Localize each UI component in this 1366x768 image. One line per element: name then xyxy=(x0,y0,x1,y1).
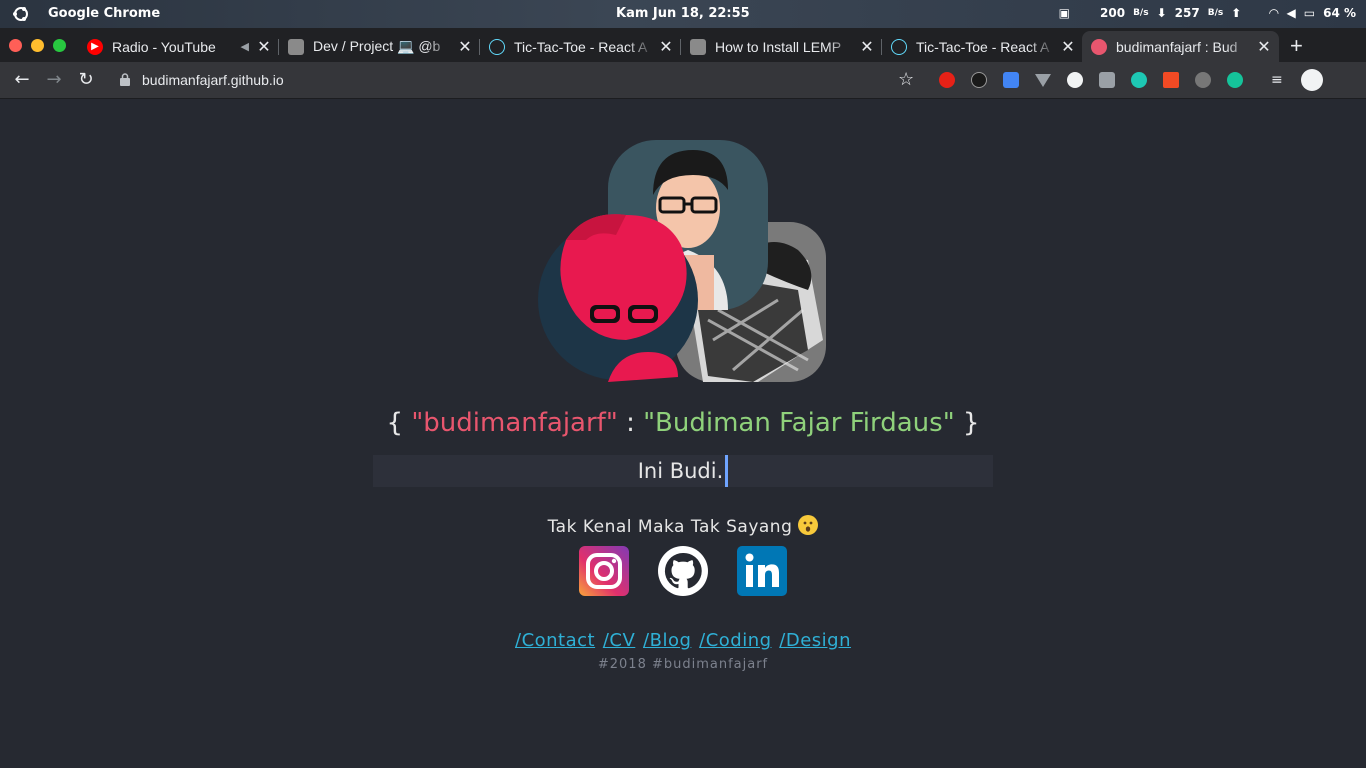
github-icon[interactable] xyxy=(657,545,709,597)
profile-icon xyxy=(288,38,304,55)
title-key: "budimanfajarf" xyxy=(411,408,618,438)
linkedin-icon[interactable] xyxy=(736,545,788,597)
footer-text: #2018 #budimanfajarf xyxy=(597,657,769,672)
vue-icon[interactable] xyxy=(1035,74,1051,87)
nav-links: /Contact /CV /Blog /Coding /Design xyxy=(0,630,1366,651)
new-tab-button[interactable]: + xyxy=(1290,33,1303,59)
translate-icon[interactable] xyxy=(1003,72,1019,88)
typed-text: Ini Budi. xyxy=(637,459,724,483)
active-app-name[interactable]: Google Chrome xyxy=(48,6,160,21)
ubuntu-icon[interactable] xyxy=(12,5,30,23)
page-content: { "budimanfajarf" : "Budiman Fajar Firda… xyxy=(0,100,1366,768)
battery-icon: ▭ xyxy=(1303,6,1316,20)
shield-icon[interactable] xyxy=(1195,72,1211,88)
net-down-unit: B/s xyxy=(1133,8,1149,18)
tab-title: Tic-Tac-Toe - React A xyxy=(916,38,1050,55)
m-icon[interactable] xyxy=(1131,72,1147,88)
brace-close: } xyxy=(962,408,980,438)
grammarly-icon[interactable] xyxy=(1227,72,1243,88)
instagram-icon[interactable] xyxy=(578,545,630,597)
os-top-bar: Google Chrome Kam Jun 18, 22:55 ▣ 200 B/s… xyxy=(0,0,1366,28)
media-icon[interactable]: ≡ xyxy=(1271,72,1287,88)
tab-tic-tac-toe-1[interactable]: Tic-Tac-Toe - React A ✕ xyxy=(480,31,681,62)
cartoon-avatar-red xyxy=(538,214,698,382)
clock[interactable]: Kam Jun 18, 22:55 xyxy=(616,6,750,21)
youtube-icon: ▶ xyxy=(87,38,103,55)
system-tray[interactable]: ▣ 200 B/s ⬇ 257 B/s ⬆ ◠ ◀ ▭ 64 % xyxy=(1059,6,1356,20)
minimize-window-button[interactable] xyxy=(31,39,44,52)
upload-arrow-icon: ⬆ xyxy=(1231,6,1242,20)
tab-title: How to Install LEMP xyxy=(715,38,842,55)
title-value: "Budiman Fajar Firdaus" xyxy=(643,408,955,438)
close-tab-icon[interactable]: ✕ xyxy=(655,37,677,57)
tab-radio-youtube[interactable]: ▶ Radio - YouTube ◀ ✕ xyxy=(78,31,279,62)
typewriter-box: Ini Budi. xyxy=(373,455,993,487)
site-icon xyxy=(1091,38,1107,55)
download-arrow-icon: ⬇ xyxy=(1156,6,1167,20)
tab-title: Radio - YouTube xyxy=(112,38,216,55)
avatar-collage xyxy=(538,140,826,382)
net-up-unit: B/s xyxy=(1207,8,1224,18)
volume-icon: ◀ xyxy=(1286,6,1296,20)
text-cursor xyxy=(725,455,729,487)
back-arrow-icon[interactable]: ← xyxy=(12,70,32,90)
design-link[interactable]: /Design xyxy=(779,630,851,651)
close-tab-icon[interactable]: ✕ xyxy=(1057,37,1079,57)
close-tab-icon[interactable]: ✕ xyxy=(253,37,275,57)
tagline: Tak Kenal Maka Tak Sayang xyxy=(0,515,1366,537)
profile-icon xyxy=(690,38,706,55)
tab-tic-tac-toe-2[interactable]: Tic-Tac-Toe - React A ✕ xyxy=(882,31,1083,62)
tab-budimanfajarf[interactable]: budimanfajarf : Bud ✕ xyxy=(1082,31,1279,62)
brace-open: { xyxy=(386,408,404,438)
audio-icon[interactable]: ◀ xyxy=(241,40,249,53)
net-up-value: 257 xyxy=(1174,6,1200,20)
colon: : xyxy=(626,408,635,438)
profile-avatar-icon[interactable] xyxy=(1301,69,1323,91)
close-window-button[interactable] xyxy=(9,39,22,52)
address-bar[interactable]: budimanfajarf.github.io xyxy=(142,72,284,88)
net-down-value: 200 xyxy=(1100,6,1126,20)
react-icon xyxy=(891,38,907,55)
tab-dev-project[interactable]: Dev / Project 💻 @b ✕ xyxy=(279,31,480,62)
tab-title: Dev / Project 💻 @b xyxy=(313,38,441,54)
tab-strip: ▶ Radio - YouTube ◀ ✕ Dev / Project 💻 @b… xyxy=(0,28,1366,62)
camera-icon[interactable] xyxy=(1099,72,1115,88)
chart-icon[interactable] xyxy=(1163,72,1179,88)
wifi-icon: ◠ xyxy=(1269,6,1279,20)
tagline-text: Tak Kenal Maka Tak Sayang xyxy=(547,517,793,537)
tab-title: Tic-Tac-Toe - React A xyxy=(514,38,648,55)
page-title: { "budimanfajarf" : "Budiman Fajar Firda… xyxy=(0,408,1366,438)
close-tab-icon[interactable]: ✕ xyxy=(454,37,476,57)
tab-install-lemp[interactable]: How to Install LEMP ✕ xyxy=(681,31,882,62)
gnome-icon[interactable] xyxy=(971,72,987,88)
contact-link[interactable]: /Contact xyxy=(515,630,595,651)
tab-title: budimanfajarf : Bud xyxy=(1116,38,1238,55)
cv-link[interactable]: /CV xyxy=(603,630,635,651)
bookmark-star-icon[interactable]: ☆ xyxy=(898,69,914,90)
image-icon: ▣ xyxy=(1058,6,1070,20)
maximize-window-button[interactable] xyxy=(53,39,66,52)
react-icon xyxy=(489,38,505,55)
browser-toolbar: ← → ↻ budimanfajarf.github.io ☆ ≡ xyxy=(0,62,1366,99)
forward-arrow-icon[interactable]: → xyxy=(44,70,64,90)
clock-icon[interactable] xyxy=(1067,72,1083,88)
adblock-icon[interactable] xyxy=(939,72,955,88)
blog-link[interactable]: /Blog xyxy=(643,630,691,651)
coding-link[interactable]: /Coding xyxy=(699,630,771,651)
lock-icon[interactable] xyxy=(120,73,130,86)
reload-icon[interactable]: ↻ xyxy=(76,70,96,90)
hushed-face-emoji-icon xyxy=(798,515,819,535)
battery-level: 64 % xyxy=(1323,6,1356,20)
close-tab-icon[interactable]: ✕ xyxy=(856,37,878,57)
close-tab-icon[interactable]: ✕ xyxy=(1253,37,1275,57)
